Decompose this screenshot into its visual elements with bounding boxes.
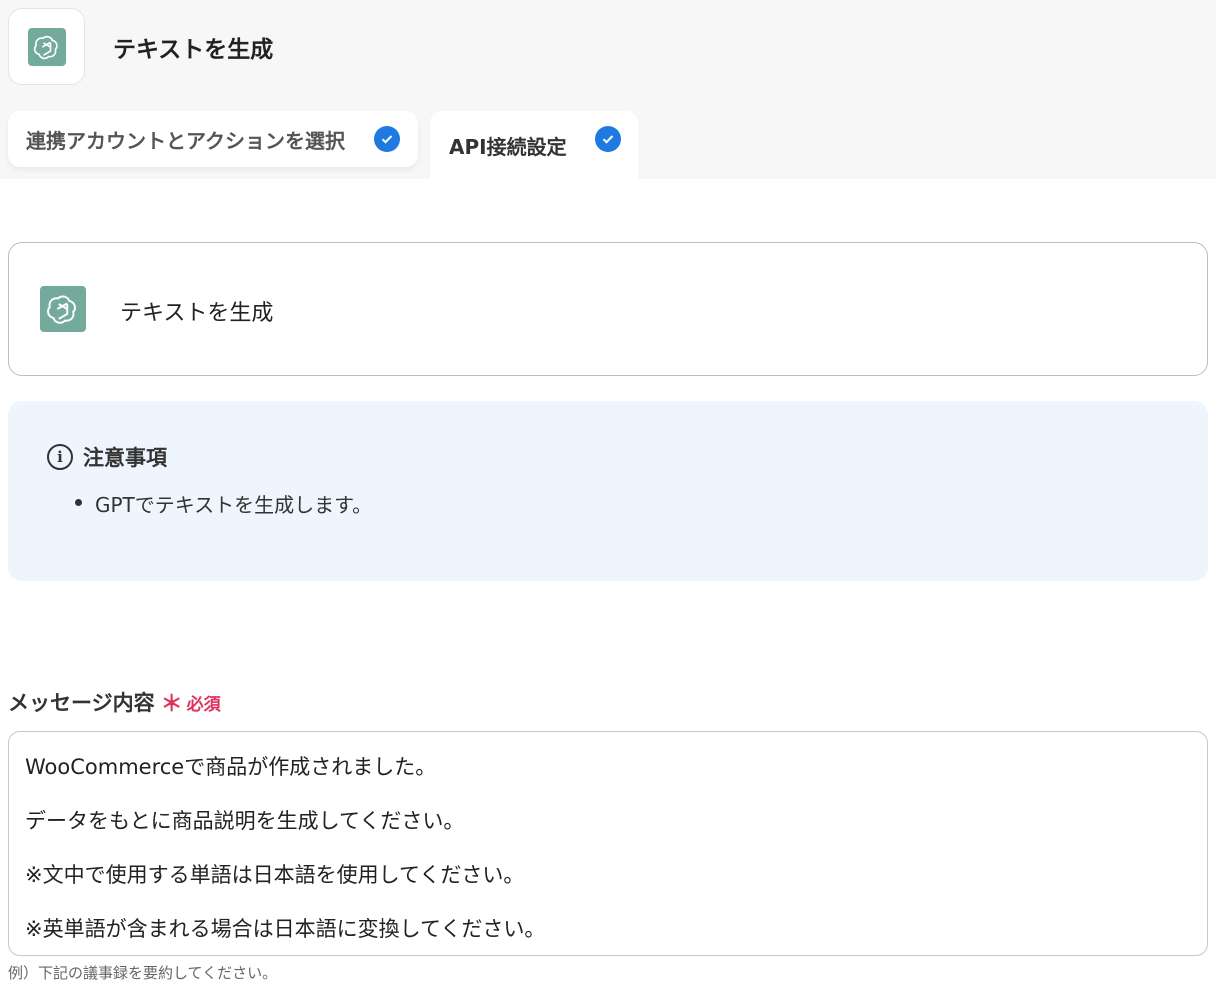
text-line: ※文中で使用する単語は日本語を使用してください。 <box>25 863 525 887</box>
message-textarea[interactable]: WooCommerceで商品が作成されました。 データをもとに商品説明を生成して… <box>8 731 1208 956</box>
header-area: テキストを生成 連携アカウントとアクションを選択 API接続設定 <box>0 0 1216 179</box>
chatgpt-logo-icon <box>27 27 66 66</box>
chatgpt-logo-icon <box>40 286 86 332</box>
tab-label: API接続設定 <box>449 134 567 159</box>
tab-label: 連携アカウントとアクションを選択 <box>26 128 345 153</box>
required-asterisk-icon: ＊ <box>160 692 183 717</box>
notice-heading: i 注意事項 <box>47 442 167 472</box>
check-icon <box>595 126 621 152</box>
app-icon-box <box>8 8 85 85</box>
tab-account-action[interactable]: 連携アカウントとアクションを選択 <box>8 111 418 167</box>
tab-api-settings[interactable]: API接続設定 <box>430 111 638 179</box>
notice-box: i 注意事項 GPTでテキストを生成します。 <box>8 401 1208 581</box>
check-icon <box>374 126 400 152</box>
label-text: メッセージ内容 <box>8 691 155 715</box>
text-line: ※英単語が含まれる場合は日本語に変換してください。 <box>25 917 546 941</box>
message-field-label: メッセージ内容 ＊ 必須 <box>8 686 221 718</box>
page-title: テキストを生成 <box>113 37 274 63</box>
notice-list: GPTでテキストを生成します。 <box>75 489 372 518</box>
field-hint: 例）下記の議事録を要約してください。 <box>8 964 278 982</box>
action-card: テキストを生成 <box>8 242 1208 376</box>
required-badge: 必須 <box>186 694 221 715</box>
text-line: WooCommerceで商品が作成されました。 <box>25 755 437 779</box>
text-line: データをもとに商品説明を生成してください。 <box>25 809 465 833</box>
notice-title: 注意事項 <box>83 446 167 470</box>
list-item: GPTでテキストを生成します。 <box>75 489 372 518</box>
action-title: テキストを生成 <box>120 301 274 326</box>
info-icon: i <box>47 444 73 470</box>
